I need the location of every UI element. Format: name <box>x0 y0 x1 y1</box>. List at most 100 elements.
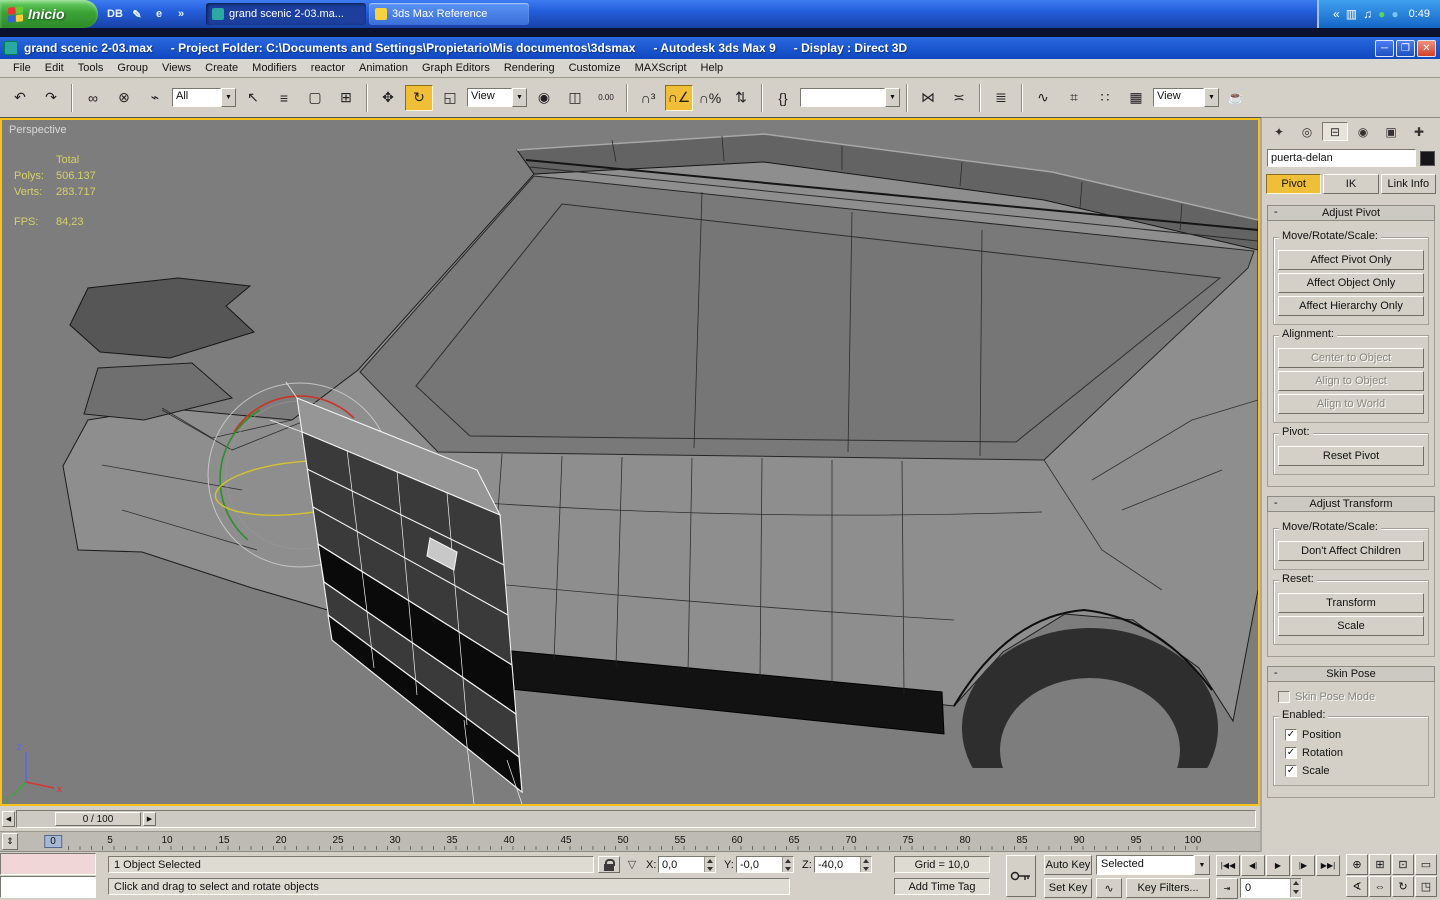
align-icon[interactable]: ≍ <box>945 85 973 111</box>
selection-lock-toggle[interactable] <box>598 856 620 873</box>
tab-hierarchy-icon[interactable]: ⊟ <box>1322 122 1348 141</box>
transform-typein-toggle[interactable]: ▽ <box>624 856 640 873</box>
dropdown-arrow-icon[interactable]: ▼ <box>1204 88 1219 107</box>
named-sets-dropdown[interactable]: ▼ <box>800 88 900 107</box>
default-tangent-button[interactable]: ∿ <box>1096 878 1122 898</box>
select-and-scale-icon[interactable]: ◱ <box>436 85 464 111</box>
select-and-move-icon[interactable]: ✥ <box>374 85 402 111</box>
current-frame-field[interactable]: 0 <box>1240 878 1302 898</box>
maximize-viewport-icon[interactable]: ◳ <box>1415 876 1437 897</box>
menu-help[interactable]: Help <box>694 60 731 76</box>
render-shortcuts-icon[interactable]: ∷ <box>1091 85 1119 111</box>
select-and-rotate-icon[interactable]: ↻ <box>405 84 433 111</box>
task-button-reference[interactable]: 3ds Max Reference <box>369 3 529 25</box>
key-mode-dropdown[interactable]: Selected ▼ <box>1096 855 1210 875</box>
menu-file[interactable]: File <box>6 60 38 76</box>
zoom-extents-all-icon[interactable]: ⊡ <box>1392 854 1414 875</box>
angle-snap-icon[interactable]: ∩∠ <box>665 84 693 111</box>
center-to-object-button[interactable]: Center to Object <box>1278 348 1424 368</box>
key-filters-button[interactable]: Key Filters... <box>1126 878 1210 898</box>
go-to-start-button[interactable]: |◀◀ <box>1216 855 1240 876</box>
object-name-field[interactable]: puerta-delan <box>1267 149 1416 167</box>
next-frame-button[interactable]: |▶ <box>1291 855 1315 876</box>
menu-tools[interactable]: Tools <box>71 60 111 76</box>
menu-modifiers[interactable]: Modifiers <box>245 60 304 76</box>
menu-reactor[interactable]: reactor <box>304 60 352 76</box>
quicklaunch-ie-icon[interactable]: e <box>150 4 168 24</box>
align-to-world-button[interactable]: Align to World <box>1278 394 1424 414</box>
set-key-button[interactable]: Set Key <box>1044 878 1092 898</box>
keyboard-shortcut-override-toggle[interactable] <box>1006 855 1036 897</box>
viewport-perspective[interactable]: z x y Perspective Total Polys: 506.137 Ve… <box>0 118 1260 806</box>
tray-hide-arrow-icon[interactable]: « <box>1333 8 1340 20</box>
reset-transform-button[interactable]: Transform <box>1278 593 1424 613</box>
time-slider-handle[interactable]: 0 / 100 <box>55 812 141 826</box>
menu-edit[interactable]: Edit <box>38 60 71 76</box>
select-and-link-icon[interactable]: ∞ <box>79 85 107 111</box>
dropdown-arrow-icon[interactable]: ▼ <box>221 88 236 107</box>
tray-display-icon[interactable]: ▥ <box>1346 8 1357 20</box>
fov-icon[interactable]: ∢ <box>1346 876 1368 897</box>
z-coord-field[interactable]: -40,0 <box>814 856 872 873</box>
select-object-icon[interactable]: ↖ <box>239 85 267 111</box>
tray-antivirus-icon[interactable]: ● <box>1378 8 1385 20</box>
pivot-button[interactable]: Pivot <box>1266 174 1322 194</box>
window-crossing-icon[interactable]: ⊞ <box>332 85 360 111</box>
start-button[interactable]: Inicio <box>0 0 98 28</box>
use-pivot-center-icon[interactable]: ◉ <box>530 85 558 111</box>
mirror-icon[interactable]: ⋈ <box>914 85 942 111</box>
restore-icon[interactable]: ❐ <box>1396 39 1415 57</box>
arc-rotate-icon[interactable]: ↻ <box>1392 876 1414 897</box>
undo-icon[interactable]: ↶ <box>6 85 34 111</box>
close-icon[interactable]: ✕ <box>1417 39 1436 57</box>
menu-graph-editors[interactable]: Graph Editors <box>415 60 497 76</box>
skin-pose-mode-checkbox[interactable]: Skin Pose Mode <box>1270 688 1432 706</box>
dropdown-arrow-icon[interactable]: ▼ <box>885 88 900 107</box>
curve-editor-icon[interactable]: ∿ <box>1029 85 1057 111</box>
rotation-checkbox[interactable]: ✓ Rotation <box>1277 744 1425 762</box>
tray-volume-icon[interactable]: ♫ <box>1363 8 1372 20</box>
task-button-max[interactable]: grand scenic 2-03.ma... <box>206 3 366 25</box>
ik-button[interactable]: IK <box>1323 174 1379 194</box>
named-selection-sets-icon[interactable]: {} <box>769 85 797 111</box>
render-setup-icon[interactable]: ▦ <box>1122 85 1150 111</box>
layer-manager-icon[interactable]: ≣ <box>987 85 1015 111</box>
affect-object-only-button[interactable]: Affect Object Only <box>1278 273 1424 293</box>
unlink-selection-icon[interactable]: ⊗ <box>110 85 138 111</box>
minimize-icon[interactable]: ─ <box>1375 39 1394 57</box>
viewport-label[interactable]: Perspective <box>9 124 66 136</box>
position-checkbox[interactable]: ✓ Position <box>1277 726 1425 744</box>
rollout-header-adjust-transform[interactable]: - Adjust Transform <box>1267 496 1435 512</box>
pan-icon[interactable]: ⇔ <box>1369 876 1391 897</box>
zoom-all-icon[interactable]: ⊞ <box>1369 854 1391 875</box>
affect-pivot-only-button[interactable]: Affect Pivot Only <box>1278 250 1424 270</box>
track-bar[interactable]: ⇕ 0 5 10 15 20 25 30 35 40 45 50 55 60 65 70 75 80 85 90 95… <box>0 832 1260 852</box>
zoom-region-icon[interactable]: ▭ <box>1415 854 1437 875</box>
reset-scale-button[interactable]: Scale <box>1278 616 1424 636</box>
menu-customize[interactable]: Customize <box>562 60 628 76</box>
quick-render-teapot-icon[interactable]: ☕ <box>1222 85 1250 111</box>
maxscript-mini-listener[interactable] <box>0 876 96 898</box>
spinner-snap-icon[interactable]: ⇅ <box>727 85 755 111</box>
rect-selection-region-icon[interactable]: ▢ <box>301 85 329 111</box>
rollout-header-skin-pose[interactable]: - Skin Pose <box>1267 666 1435 682</box>
menu-views[interactable]: Views <box>155 60 198 76</box>
dont-affect-children-button[interactable]: Don't Affect Children <box>1278 541 1424 561</box>
y-spinner[interactable] <box>782 857 793 872</box>
dropdown-arrow-icon[interactable]: ▼ <box>1194 855 1210 875</box>
frame-spinner[interactable] <box>1290 879 1301 897</box>
reference-coordinate-dropdown[interactable]: View ▼ <box>467 88 527 107</box>
key-mode-toggle[interactable]: ⇥ <box>1216 878 1238 899</box>
quicklaunch-overflow-chevron[interactable]: » <box>172 4 190 24</box>
schematic-view-icon[interactable]: ⌗ <box>1060 85 1088 111</box>
scale-checkbox[interactable]: ✓ Scale <box>1277 762 1425 780</box>
select-and-manipulate-icon[interactable]: ◫ <box>561 85 589 111</box>
menu-maxscript[interactable]: MAXScript <box>628 60 694 76</box>
tab-utilities-icon[interactable]: ✚ <box>1406 122 1432 141</box>
menu-create[interactable]: Create <box>198 60 245 76</box>
maxscript-mini-listener-macro[interactable] <box>0 853 96 875</box>
add-time-tag-field[interactable]: Add Time Tag <box>894 878 990 895</box>
menu-rendering[interactable]: Rendering <box>497 60 562 76</box>
slider-right-arrow[interactable]: ▶ <box>143 812 156 826</box>
percent-snap-icon[interactable]: ∩% <box>696 85 724 111</box>
